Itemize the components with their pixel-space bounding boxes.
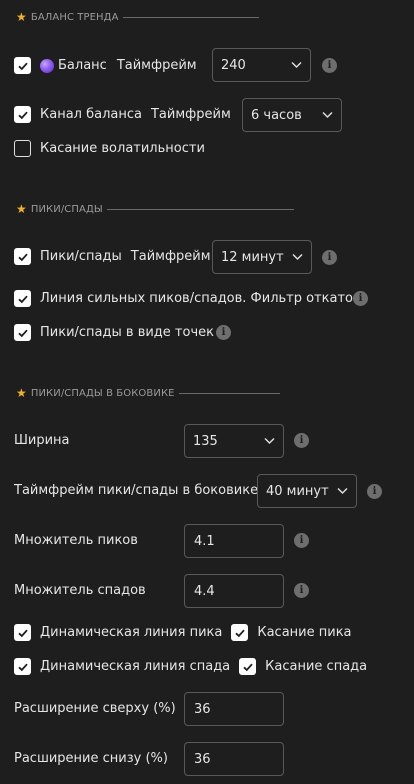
- balance-label: Баланс: [58, 58, 107, 73]
- dots-checkbox[interactable]: [14, 324, 31, 341]
- peak-touch-label: Касание пика: [257, 625, 352, 640]
- section-title-sideways: ★ ПИКИ/СПАДЫ В БОКОВИКЕ: [16, 386, 280, 400]
- check-icon: [17, 62, 28, 70]
- peak-multiplier-label: Множитель пиков: [14, 533, 138, 548]
- check-icon: [17, 663, 28, 671]
- dynamic-valley-label: Динамическая линия спада: [40, 659, 231, 674]
- sideways-timeframe-select[interactable]: 40 минут: [257, 474, 357, 508]
- balance-orb-icon: [40, 58, 54, 73]
- info-glyph: i: [327, 60, 332, 71]
- dots-label: Пики/спады в виде точек: [40, 325, 214, 340]
- volatility-touch-label: Касание волатильности: [40, 141, 205, 156]
- divider: [122, 16, 259, 18]
- extension-top-value: 36: [194, 701, 211, 717]
- balance-row: Баланс Таймфрейм: [14, 57, 197, 74]
- balance-timeframe-select[interactable]: 240: [212, 48, 311, 82]
- balance-channel-timeframe-value: 6 часов: [251, 107, 302, 123]
- balance-timeframe-label: Таймфрейм: [116, 58, 197, 73]
- info-glyph: i: [358, 293, 363, 304]
- check-icon: [17, 111, 28, 119]
- dynamic-peak-label: Динамическая линия пика: [40, 625, 223, 640]
- info-glyph: i: [299, 535, 304, 546]
- chevron-down-icon: [322, 111, 333, 119]
- balance-channel-timeframe-select[interactable]: 6 часов: [242, 98, 342, 132]
- valley-multiplier-info-icon[interactable]: i: [294, 583, 309, 598]
- peaks-valleys-checkbox[interactable]: [14, 248, 31, 265]
- peaks-valleys-timeframe-select[interactable]: 12 минут: [212, 240, 312, 274]
- valley-multiplier-input[interactable]: 4.4: [184, 574, 284, 608]
- width-select[interactable]: 135: [184, 424, 284, 458]
- strong-line-label: Линия сильных пиков/спадов. Фильтр откат…: [40, 291, 361, 306]
- info-glyph: i: [299, 435, 304, 446]
- extension-top-input[interactable]: 36: [184, 692, 284, 726]
- balance-checkbox[interactable]: [14, 57, 31, 74]
- star-icon: ★: [16, 10, 27, 24]
- check-icon: [235, 629, 245, 637]
- valley-multiplier-label: Множитель спадов: [14, 583, 146, 598]
- info-glyph: i: [299, 585, 304, 596]
- extension-bottom-input[interactable]: 36: [184, 742, 284, 776]
- check-icon: [17, 629, 28, 637]
- dots-row: Пики/спады в виде точек: [14, 324, 214, 341]
- balance-channel-checkbox[interactable]: [14, 106, 31, 123]
- extension-bottom-value: 36: [194, 751, 211, 767]
- section-title-label: ПИКИ/СПАДЫ В БОКОВИКЕ: [30, 387, 175, 399]
- divider: [178, 392, 280, 394]
- peaks-valleys-row: Пики/спады Таймфрейм: [14, 248, 211, 265]
- peak-multiplier-input[interactable]: 4.1: [184, 524, 284, 558]
- divider: [106, 208, 294, 210]
- info-glyph: i: [327, 252, 332, 263]
- peak-multiplier-value: 4.1: [194, 533, 215, 549]
- star-icon: ★: [16, 202, 27, 216]
- dynamic-valley-checkbox[interactable]: [14, 658, 31, 675]
- chevron-down-icon: [264, 437, 275, 445]
- strong-line-row: Линия сильных пиков/спадов. Фильтр откат…: [14, 290, 361, 307]
- sideways-timeframe-info-icon[interactable]: i: [367, 484, 382, 499]
- section-title-label: ПИКИ/СПАДЫ: [30, 203, 103, 215]
- dynamic-peak-checkbox[interactable]: [14, 624, 31, 641]
- width-info-icon[interactable]: i: [294, 433, 309, 448]
- strong-line-info-icon[interactable]: i: [353, 291, 368, 306]
- peaks-valleys-timeframe-label: Таймфрейм: [130, 249, 211, 264]
- peaks-valleys-label: Пики/спады: [40, 249, 122, 264]
- balance-timeframe-value: 240: [221, 57, 246, 73]
- dynamic-peak-row: Динамическая линия пика Касание пика: [14, 624, 352, 641]
- peak-touch-checkbox[interactable]: [231, 624, 249, 641]
- dots-info-icon[interactable]: i: [216, 325, 231, 340]
- balance-channel-timeframe-label: Таймфрейм: [150, 107, 231, 122]
- info-glyph: i: [221, 327, 226, 338]
- check-icon: [17, 253, 28, 261]
- balance-info-icon[interactable]: i: [322, 58, 337, 73]
- extension-bottom-label: Расширение снизу (%): [14, 751, 168, 766]
- valley-touch-label: Касание спада: [265, 659, 368, 674]
- dynamic-valley-row: Динамическая линия спада Касание спада: [14, 658, 367, 675]
- volatility-touch-row: Касание волатильности: [14, 140, 205, 157]
- valley-touch-checkbox[interactable]: [239, 658, 257, 675]
- check-icon: [17, 329, 28, 337]
- strong-line-checkbox[interactable]: [14, 290, 31, 307]
- info-glyph: i: [372, 486, 377, 497]
- check-icon: [243, 663, 253, 671]
- extension-top-label: Расширение сверху (%): [14, 701, 176, 716]
- balance-channel-label: Канал баланса: [40, 107, 142, 122]
- chevron-down-icon: [292, 253, 303, 261]
- valley-multiplier-value: 4.4: [194, 583, 215, 599]
- section-title-trend-balance: ★ БАЛАНС ТРЕНДА: [16, 10, 259, 24]
- width-value: 135: [193, 433, 218, 449]
- sideways-timeframe-label: Таймфрейм пики/спады в боковике: [14, 483, 259, 498]
- peaks-valleys-timeframe-value: 12 минут: [221, 249, 284, 265]
- sideways-timeframe-value: 40 минут: [266, 483, 329, 499]
- balance-channel-row: Канал баланса Таймфрейм: [14, 106, 231, 123]
- peak-multiplier-info-icon[interactable]: i: [294, 533, 309, 548]
- peaks-valleys-info-icon[interactable]: i: [322, 250, 337, 265]
- star-icon: ★: [16, 386, 27, 400]
- section-title-peaks: ★ ПИКИ/СПАДЫ: [16, 202, 294, 216]
- section-title-label: БАЛАНС ТРЕНДА: [30, 11, 119, 23]
- chevron-down-icon: [291, 61, 302, 69]
- volatility-touch-checkbox[interactable]: [14, 140, 31, 157]
- width-label: Ширина: [14, 433, 70, 448]
- check-icon: [17, 295, 28, 303]
- chevron-down-icon: [337, 487, 348, 495]
